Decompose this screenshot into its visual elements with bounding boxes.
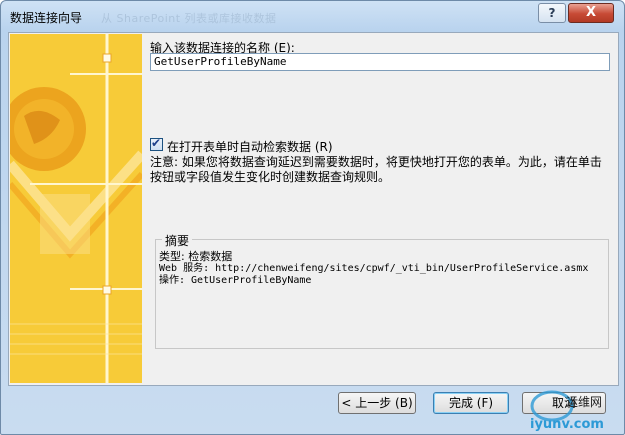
- wizard-banner-art: [10, 34, 142, 383]
- watermark-text-url: iyunv.com: [530, 417, 604, 432]
- summary-title: 摘要: [162, 232, 193, 249]
- window-title: 数据连接向导: [10, 11, 83, 25]
- connection-name-input[interactable]: [150, 53, 610, 71]
- auto-retrieve-checkbox[interactable]: ✔: [150, 136, 163, 151]
- auto-retrieve-label[interactable]: 在打开表单时自动检索数据 (R): [167, 138, 333, 155]
- help-button[interactable]: ?: [538, 3, 566, 23]
- wizard-window: 数据连接向导 从 SharePoint 列表或库接收数据 ? X 输入该数据连接…: [0, 0, 625, 435]
- summary-operation: 操作: GetUserProfileByName: [159, 275, 312, 286]
- checkmark-icon: ✔: [151, 136, 162, 150]
- ghost-title: 从 SharePoint 列表或库接收数据: [101, 12, 277, 25]
- wizard-client-area: 输入该数据连接的名称 (E): ✔ 在打开表单时自动检索数据 (R) 注意: 如…: [8, 32, 619, 386]
- close-button[interactable]: X: [568, 3, 614, 23]
- cancel-button[interactable]: 取消: [522, 392, 606, 414]
- delay-note-text: 注意: 如果您将数据查询延迟到需要数据时，将更快地打开您的表单。为此，请在单击按…: [150, 155, 602, 184]
- finish-button[interactable]: 完成 (F): [433, 392, 509, 414]
- back-button[interactable]: < 上一步 (B): [338, 392, 416, 414]
- summary-web-service: Web 服务: http://chenweifeng/sites/cpwf/_v…: [159, 263, 589, 274]
- summary-type: 类型: 检索数据: [159, 250, 233, 263]
- title-bar[interactable]: 数据连接向导 从 SharePoint 列表或库接收数据 ? X: [1, 1, 624, 31]
- summary-group: 摘要 类型: 检索数据 Web 服务: http://chenweifeng/s…: [155, 232, 609, 349]
